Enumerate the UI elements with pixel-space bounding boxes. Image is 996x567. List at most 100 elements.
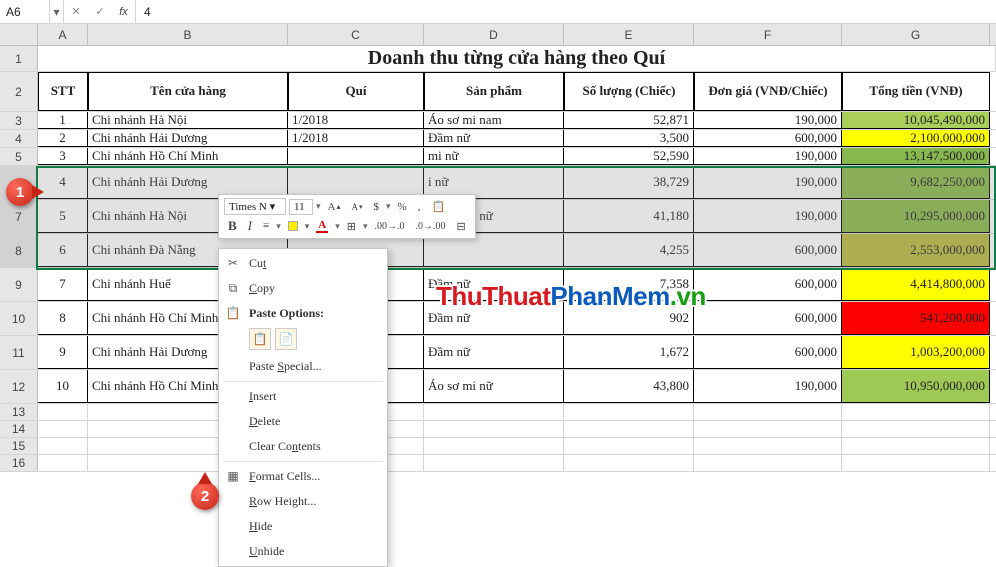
cell[interactable]: 4,255 bbox=[564, 234, 694, 267]
cell[interactable]: 1,672 bbox=[564, 336, 694, 369]
cell[interactable]: 3 bbox=[38, 148, 88, 165]
row-header[interactable]: 4 bbox=[0, 130, 38, 147]
header-sl[interactable]: Số lượng (Chiếc) bbox=[564, 72, 694, 111]
menu-cut[interactable]: ✂Cut bbox=[219, 251, 387, 276]
cell[interactable]: 8 bbox=[38, 302, 88, 335]
menu-insert[interactable]: Insert bbox=[219, 384, 387, 409]
cell[interactable] bbox=[842, 421, 990, 437]
cell[interactable]: 190,000 bbox=[694, 166, 842, 199]
decrease-font-button[interactable]: A▾ bbox=[348, 201, 367, 213]
cancel-icon[interactable]: ✕ bbox=[64, 0, 88, 23]
cell[interactable]: 7,358 bbox=[564, 268, 694, 301]
cell[interactable]: 9 bbox=[38, 336, 88, 369]
cell[interactable]: Đầm nữ bbox=[424, 336, 564, 369]
select-all-corner[interactable] bbox=[0, 24, 38, 45]
cell[interactable]: 41,180 bbox=[564, 200, 694, 233]
cell[interactable] bbox=[694, 455, 842, 471]
row-header[interactable]: 11 bbox=[0, 336, 38, 369]
dropdown-icon[interactable]: ▾ bbox=[305, 221, 310, 232]
cell[interactable] bbox=[38, 404, 88, 420]
font-size-select[interactable]: 11 bbox=[289, 199, 313, 215]
cell[interactable] bbox=[38, 438, 88, 454]
cell[interactable] bbox=[424, 438, 564, 454]
align-center-icon[interactable]: ≡ bbox=[259, 219, 273, 233]
cell[interactable] bbox=[424, 421, 564, 437]
cell[interactable] bbox=[288, 148, 424, 165]
cell[interactable]: 6 bbox=[38, 234, 88, 267]
cell[interactable]: Đầm nữ bbox=[424, 130, 564, 147]
menu-hide[interactable]: Hide bbox=[219, 514, 387, 539]
cell[interactable]: 3,500 bbox=[564, 130, 694, 147]
menu-row-height[interactable]: Row Height... bbox=[219, 489, 387, 514]
row-header[interactable]: 15 bbox=[0, 438, 38, 454]
cell[interactable]: 10 bbox=[38, 370, 88, 403]
cell[interactable]: 1/2018 bbox=[288, 112, 424, 129]
cell[interactable] bbox=[38, 421, 88, 437]
cell[interactable]: 190,000 bbox=[694, 112, 842, 129]
cell[interactable]: 10,295,000,000 bbox=[842, 200, 990, 233]
cell[interactable]: 5 bbox=[38, 200, 88, 233]
menu-paste-special[interactable]: Paste Special... bbox=[219, 354, 387, 379]
cell[interactable]: Đầm nữ bbox=[424, 268, 564, 301]
row-header[interactable]: 9 bbox=[0, 268, 38, 301]
cell[interactable]: Áo sơ mi nam bbox=[424, 112, 564, 129]
name-box[interactable]: A6 bbox=[0, 0, 50, 23]
column-header-d[interactable]: D bbox=[424, 24, 564, 45]
cell[interactable] bbox=[694, 404, 842, 420]
cell[interactable]: 2,100,000,000 bbox=[842, 130, 990, 147]
menu-delete[interactable]: Delete bbox=[219, 409, 387, 434]
confirm-icon[interactable]: ✓ bbox=[88, 0, 112, 23]
menu-format-cells[interactable]: ▦Format Cells... bbox=[219, 464, 387, 489]
dropdown-icon[interactable]: ▾ bbox=[276, 221, 281, 232]
cell[interactable]: 7 bbox=[38, 268, 88, 301]
column-header-e[interactable]: E bbox=[564, 24, 694, 45]
cell[interactable] bbox=[842, 404, 990, 420]
cell[interactable]: 1 bbox=[38, 112, 88, 129]
cell[interactable]: 1/2018 bbox=[288, 130, 424, 147]
cell[interactable]: Áo sơ mi nữ bbox=[424, 370, 564, 403]
increase-font-button[interactable]: A▴ bbox=[324, 200, 345, 214]
cell[interactable] bbox=[38, 455, 88, 471]
cell[interactable]: mi nữ bbox=[424, 148, 564, 165]
column-header-g[interactable]: G bbox=[842, 24, 990, 45]
cell[interactable]: 541,200,000 bbox=[842, 302, 990, 335]
dropdown-icon[interactable]: ▾ bbox=[316, 201, 321, 212]
cell[interactable]: 4 bbox=[38, 166, 88, 199]
cell[interactable]: 52,871 bbox=[564, 112, 694, 129]
cell[interactable]: 190,000 bbox=[694, 370, 842, 403]
cell[interactable]: 1,003,200,000 bbox=[842, 336, 990, 369]
paste-option-icon[interactable]: 📄 bbox=[275, 328, 297, 350]
merge-center-icon[interactable]: ⊟ bbox=[453, 219, 470, 234]
menu-clear-contents[interactable]: Clear Contents bbox=[219, 434, 387, 459]
header-ten[interactable]: Tên cửa hàng bbox=[88, 72, 288, 111]
bold-button[interactable]: B bbox=[224, 217, 241, 235]
header-qui[interactable]: Quí bbox=[288, 72, 424, 111]
paste-option-icon[interactable]: 📋 bbox=[249, 328, 271, 350]
cell[interactable]: 9,682,250,000 bbox=[842, 166, 990, 199]
name-box-dropdown-icon[interactable]: ▾ bbox=[50, 0, 64, 23]
cell[interactable]: 600,000 bbox=[694, 130, 842, 147]
column-header-f[interactable]: F bbox=[694, 24, 842, 45]
cell[interactable] bbox=[842, 455, 990, 471]
row-header[interactable]: 1 bbox=[0, 46, 38, 71]
cell[interactable]: 13,147,500,000 bbox=[842, 148, 990, 165]
menu-copy[interactable]: ⧉Copy bbox=[219, 276, 387, 301]
header-stt[interactable]: STT bbox=[38, 72, 88, 111]
cell[interactable]: 43,800 bbox=[564, 370, 694, 403]
percent-format-button[interactable]: % bbox=[394, 200, 411, 214]
column-header-a[interactable]: A bbox=[38, 24, 88, 45]
italic-button[interactable]: I bbox=[244, 217, 256, 235]
format-painter-icon[interactable]: 📋 bbox=[427, 199, 449, 214]
decrease-decimal-icon[interactable]: .0→.00 bbox=[412, 220, 450, 233]
cell[interactable]: 10,045,490,000 bbox=[842, 112, 990, 129]
cell[interactable]: 600,000 bbox=[694, 268, 842, 301]
cell[interactable] bbox=[564, 404, 694, 420]
cell[interactable]: Chi nhánh Hải Dương bbox=[88, 130, 288, 147]
font-color-button[interactable]: A bbox=[312, 218, 332, 234]
row-header[interactable]: 10 bbox=[0, 302, 38, 335]
cell[interactable] bbox=[694, 421, 842, 437]
cell[interactable] bbox=[842, 438, 990, 454]
row-header[interactable]: 16 bbox=[0, 455, 38, 471]
comma-format-button[interactable]: , bbox=[414, 200, 425, 214]
row-header[interactable]: 8 bbox=[0, 234, 38, 267]
